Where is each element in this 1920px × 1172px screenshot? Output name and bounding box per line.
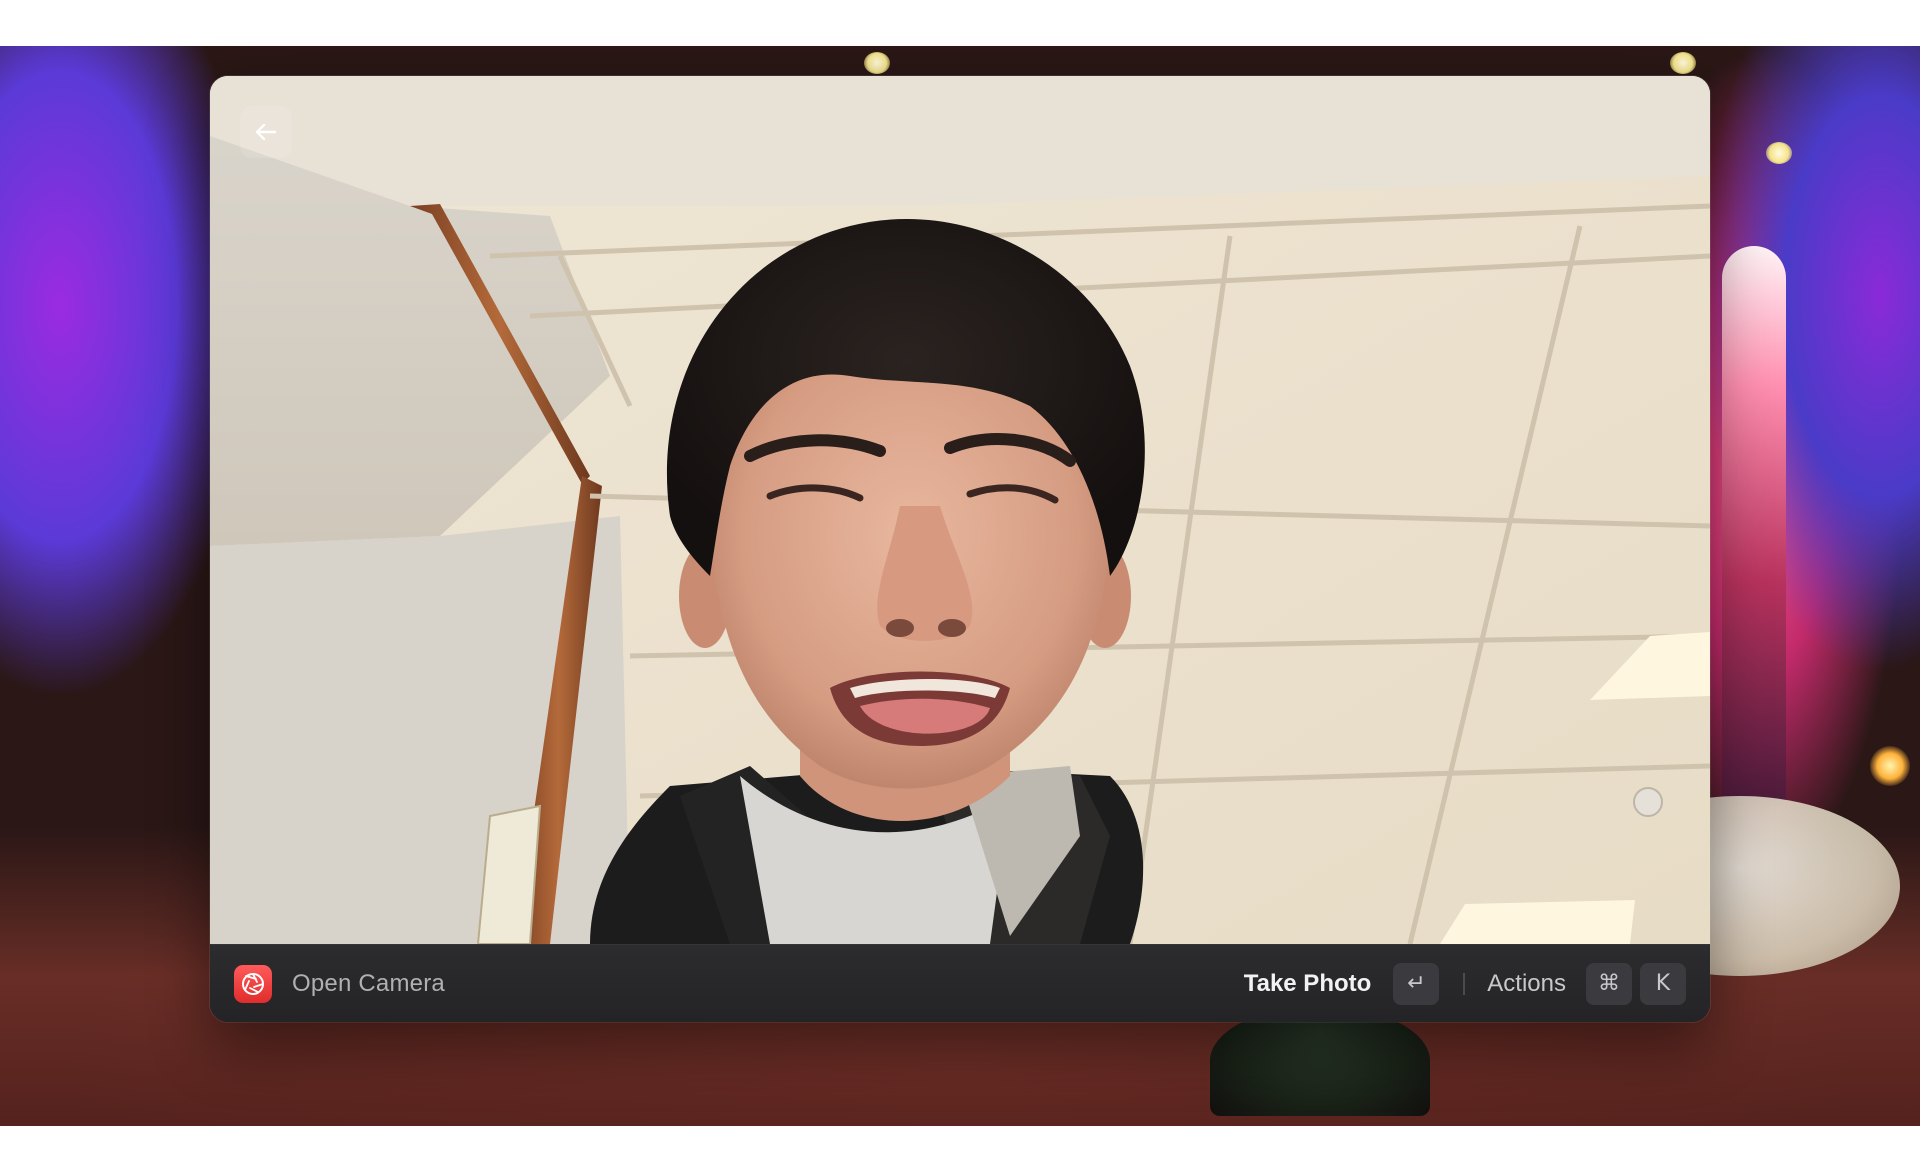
wallpaper-stool <box>1210 1006 1430 1116</box>
camera-preview <box>210 76 1710 944</box>
arrow-left-icon <box>255 123 277 141</box>
wallpaper-candle <box>1870 746 1910 786</box>
camera-window: Open Camera Take Photo ↵ Actions ⌘ K <box>210 76 1710 1022</box>
wallpaper-lamp <box>1670 52 1696 74</box>
back-button[interactable] <box>240 106 292 158</box>
wallpaper-lamp <box>1766 142 1792 164</box>
k-key-shortcut: K <box>1640 962 1686 1005</box>
actions-button[interactable]: Actions <box>1487 970 1566 998</box>
app-name: Open Camera <box>292 969 445 997</box>
app-icon <box>234 964 272 1003</box>
camera-aperture-icon <box>242 972 264 995</box>
take-photo-button[interactable]: Take Photo <box>1244 970 1372 998</box>
action-bar: Open Camera Take Photo ↵ Actions ⌘ K <box>210 944 1710 1022</box>
wallpaper-pillar <box>1722 246 1786 806</box>
enter-key-shortcut: ↵ <box>1393 962 1440 1005</box>
action-divider <box>1463 972 1466 995</box>
person-in-frame <box>590 218 1145 944</box>
wallpaper-lamp <box>864 52 890 74</box>
command-key-shortcut: ⌘ <box>1586 962 1632 1005</box>
